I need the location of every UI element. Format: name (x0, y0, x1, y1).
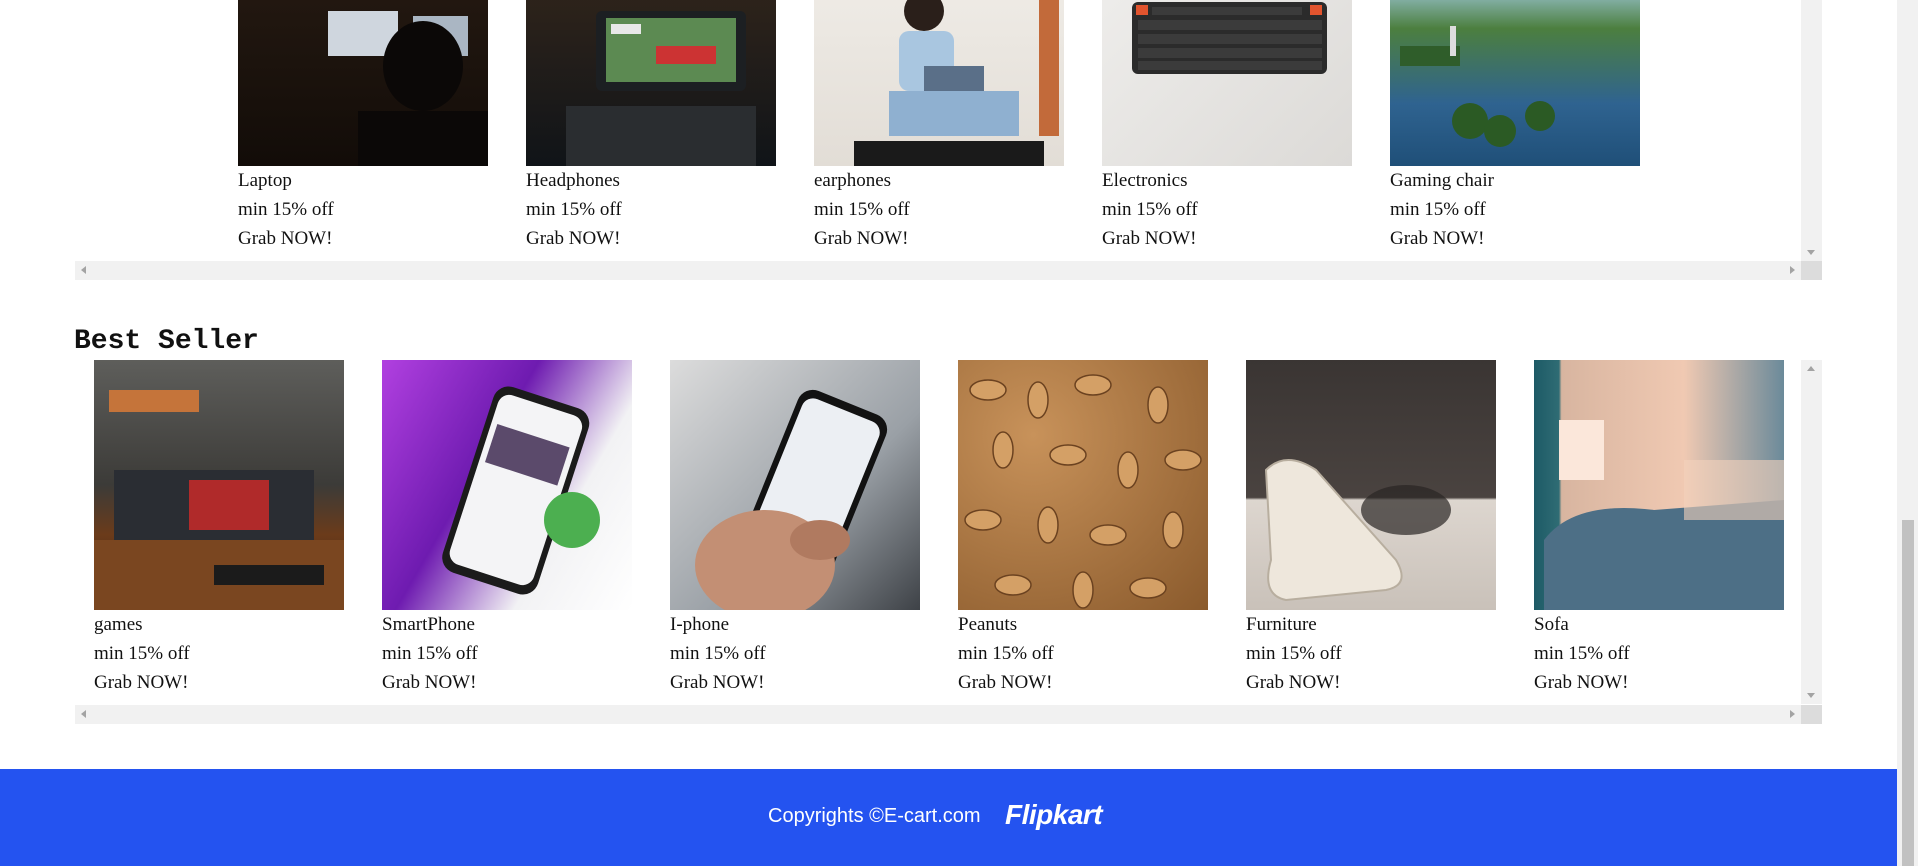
vertical-scrollbar[interactable] (1801, 0, 1822, 261)
product-row-best-seller: games min 15% off Grab NOW! SmartPhone m… (75, 360, 1822, 724)
headphones-photo (566, 11, 756, 166)
vertical-scrollbar[interactable] (1801, 360, 1822, 704)
iphone-photo (695, 389, 888, 610)
product-name: Furniture (1246, 614, 1317, 635)
product-image[interactable] (238, 0, 488, 166)
product-offer: min 15% off (1246, 643, 1342, 664)
product-image[interactable] (382, 360, 632, 610)
product-name: Peanuts (958, 614, 1018, 635)
grab-now-link[interactable]: Grab NOW! (382, 668, 632, 697)
product-name: Gaming chair (1390, 170, 1494, 191)
footer-copyright: Copyrights ©E-cart.com (768, 805, 981, 827)
product-card[interactable]: Peanuts min 15% off Grab NOW! (958, 360, 1208, 697)
product-offer: min 15% off (1534, 643, 1630, 664)
product-offer: min 15% off (1390, 199, 1486, 220)
horizontal-scrollbar[interactable] (75, 261, 1822, 280)
product-card[interactable]: earphones min 15% off Grab NOW! (814, 0, 1064, 253)
grab-now-link[interactable]: Grab NOW! (958, 668, 1208, 697)
grab-now-link[interactable]: Grab NOW! (814, 224, 1064, 253)
product-offer: min 15% off (670, 643, 766, 664)
gaming-chair-photo (1400, 26, 1555, 147)
grab-now-link[interactable]: Grab NOW! (1246, 668, 1496, 697)
grab-now-link[interactable]: Grab NOW! (94, 668, 344, 697)
scroll-right-icon[interactable] (1790, 266, 1795, 274)
product-image[interactable] (670, 360, 920, 610)
horizontal-scrollbar[interactable] (75, 705, 1822, 724)
product-card[interactable]: Electronics min 15% off Grab NOW! (1102, 0, 1352, 253)
product-image[interactable] (1534, 360, 1784, 610)
scroll-down-icon[interactable] (1807, 693, 1815, 698)
section-title-best-seller: Best Seller (74, 326, 259, 357)
scroll-right-icon[interactable] (1790, 710, 1795, 718)
scrollbar-corner (1801, 261, 1822, 280)
product-name: earphones (814, 170, 892, 191)
footer: Copyrights ©E-cart.com Flipkart (0, 769, 1897, 866)
peanuts-photo (964, 374, 1202, 609)
product-card[interactable]: Gaming chair min 15% off Grab NOW! (1390, 0, 1640, 253)
grab-now-link[interactable]: Grab NOW! (1390, 224, 1640, 253)
product-name: SmartPhone (382, 614, 475, 635)
product-name: Laptop (238, 170, 292, 191)
product-image[interactable] (94, 360, 344, 610)
product-offer: min 15% off (526, 199, 622, 220)
product-offer: min 15% off (382, 643, 478, 664)
product-row-top: Laptop min 15% off Grab NOW! Headphones … (75, 0, 1822, 280)
product-name: I-phone (670, 614, 730, 635)
product-image[interactable] (526, 0, 776, 166)
product-name: Electronics (1102, 170, 1188, 191)
scroll-left-icon[interactable] (81, 710, 86, 718)
product-name: games (94, 614, 143, 635)
product-image[interactable] (1102, 0, 1352, 166)
product-image[interactable] (1390, 0, 1640, 166)
product-offer: min 15% off (958, 643, 1054, 664)
product-card[interactable]: I-phone min 15% off Grab NOW! (670, 360, 920, 697)
product-card[interactable]: games min 15% off Grab NOW! (94, 360, 344, 697)
flipkart-logo[interactable]: Flipkart (1005, 799, 1103, 831)
product-name: Sofa (1534, 614, 1569, 635)
grab-now-link[interactable]: Grab NOW! (1534, 668, 1784, 697)
smartphone-photo (442, 386, 600, 595)
product-offer: min 15% off (94, 643, 190, 664)
grab-now-link[interactable]: Grab NOW! (238, 224, 488, 253)
product-name: Headphones (526, 170, 620, 191)
laptop-photo (328, 11, 488, 166)
product-card[interactable]: Furniture min 15% off Grab NOW! (1246, 360, 1496, 697)
scroll-up-icon[interactable] (1807, 366, 1815, 371)
games-photo (94, 390, 344, 610)
product-offer: min 15% off (1102, 199, 1198, 220)
product-image[interactable] (958, 360, 1208, 610)
grab-now-link[interactable]: Grab NOW! (1102, 224, 1352, 253)
keyboard-photo (1132, 2, 1327, 74)
page-scrollbar-thumb[interactable] (1902, 520, 1914, 866)
sofa-photo (1544, 420, 1784, 610)
product-image[interactable] (1246, 360, 1496, 610)
earphones-photo (854, 0, 1059, 166)
grab-now-link[interactable]: Grab NOW! (670, 668, 920, 697)
product-card[interactable]: SmartPhone min 15% off Grab NOW! (382, 360, 632, 697)
product-card[interactable]: Sofa min 15% off Grab NOW! (1534, 360, 1784, 697)
product-image[interactable] (814, 0, 1064, 166)
grab-now-link[interactable]: Grab NOW! (526, 224, 776, 253)
scroll-down-icon[interactable] (1807, 250, 1815, 255)
scrollbar-corner (1801, 705, 1822, 724)
product-card[interactable]: Headphones min 15% off Grab NOW! (526, 0, 776, 253)
furniture-photo (1264, 459, 1451, 602)
product-offer: min 15% off (814, 199, 910, 220)
scroll-left-icon[interactable] (81, 266, 86, 274)
product-offer: min 15% off (238, 199, 334, 220)
product-card[interactable]: Laptop min 15% off Grab NOW! (238, 0, 488, 253)
